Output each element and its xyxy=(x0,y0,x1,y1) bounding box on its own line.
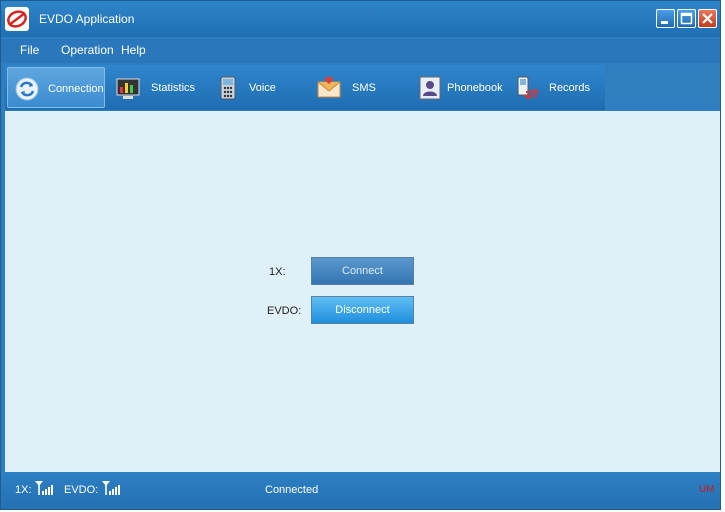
tab-voice[interactable]: Voice xyxy=(209,67,305,108)
tab-sms-label: SMS xyxy=(352,82,376,94)
tab-connection-label: Connection xyxy=(48,83,104,95)
phone-icon xyxy=(220,76,236,100)
tab-connection[interactable]: Connection xyxy=(7,67,105,108)
signal-evdo-icon xyxy=(102,481,120,495)
disconnect-button[interactable]: Disconnect xyxy=(311,296,414,324)
window-title: EVDO Application xyxy=(39,12,135,26)
app-logo-icon xyxy=(5,7,29,31)
connection-status: Connected xyxy=(265,484,319,496)
close-button[interactable] xyxy=(698,9,717,28)
menu-bar: File Operation Help xyxy=(1,39,720,63)
menu-operation[interactable]: Operation xyxy=(61,43,114,57)
connection-panel: 1X: Connect EVDO: Disconnect xyxy=(5,111,720,472)
status-1x-label: 1X: xyxy=(15,484,32,496)
um-indicator: UM xyxy=(699,484,715,495)
tab-bar: Connection Statistics Voice SMS Phoneboo… xyxy=(5,65,605,110)
records-icon xyxy=(517,76,540,100)
connection-icon xyxy=(15,77,39,101)
tab-records-label: Records xyxy=(549,82,590,94)
title-bar[interactable]: EVDO Application xyxy=(1,1,720,37)
signal-1x-icon xyxy=(35,481,53,495)
app-window: EVDO Application File Operation Help Con… xyxy=(0,0,721,510)
tab-statistics-label: Statistics xyxy=(151,82,196,94)
label-1x: 1X: xyxy=(269,266,286,278)
label-evdo: EVDO: xyxy=(267,305,302,317)
statistics-icon xyxy=(116,78,140,99)
contact-card-icon xyxy=(419,76,441,100)
envelope-icon xyxy=(317,76,341,98)
tab-phonebook-label: Phonebook xyxy=(447,82,503,94)
maximize-icon xyxy=(680,12,693,25)
tab-records[interactable]: Records xyxy=(509,67,603,108)
tab-statistics[interactable]: Statistics xyxy=(109,67,207,108)
tab-sms[interactable]: SMS xyxy=(309,67,407,108)
tab-phonebook[interactable]: Phonebook xyxy=(411,67,507,108)
menu-help[interactable]: Help xyxy=(121,43,146,57)
maximize-button[interactable] xyxy=(677,9,696,28)
minimize-icon xyxy=(661,21,668,24)
tab-voice-label: Voice xyxy=(249,82,276,94)
close-icon xyxy=(702,13,713,24)
menu-file[interactable]: File xyxy=(20,43,39,57)
status-evdo-label: EVDO: xyxy=(64,484,99,496)
status-bar: 1X: EVDO: Connected UM xyxy=(1,473,720,509)
minimize-button[interactable] xyxy=(656,9,675,28)
connect-button[interactable]: Connect xyxy=(311,257,414,285)
